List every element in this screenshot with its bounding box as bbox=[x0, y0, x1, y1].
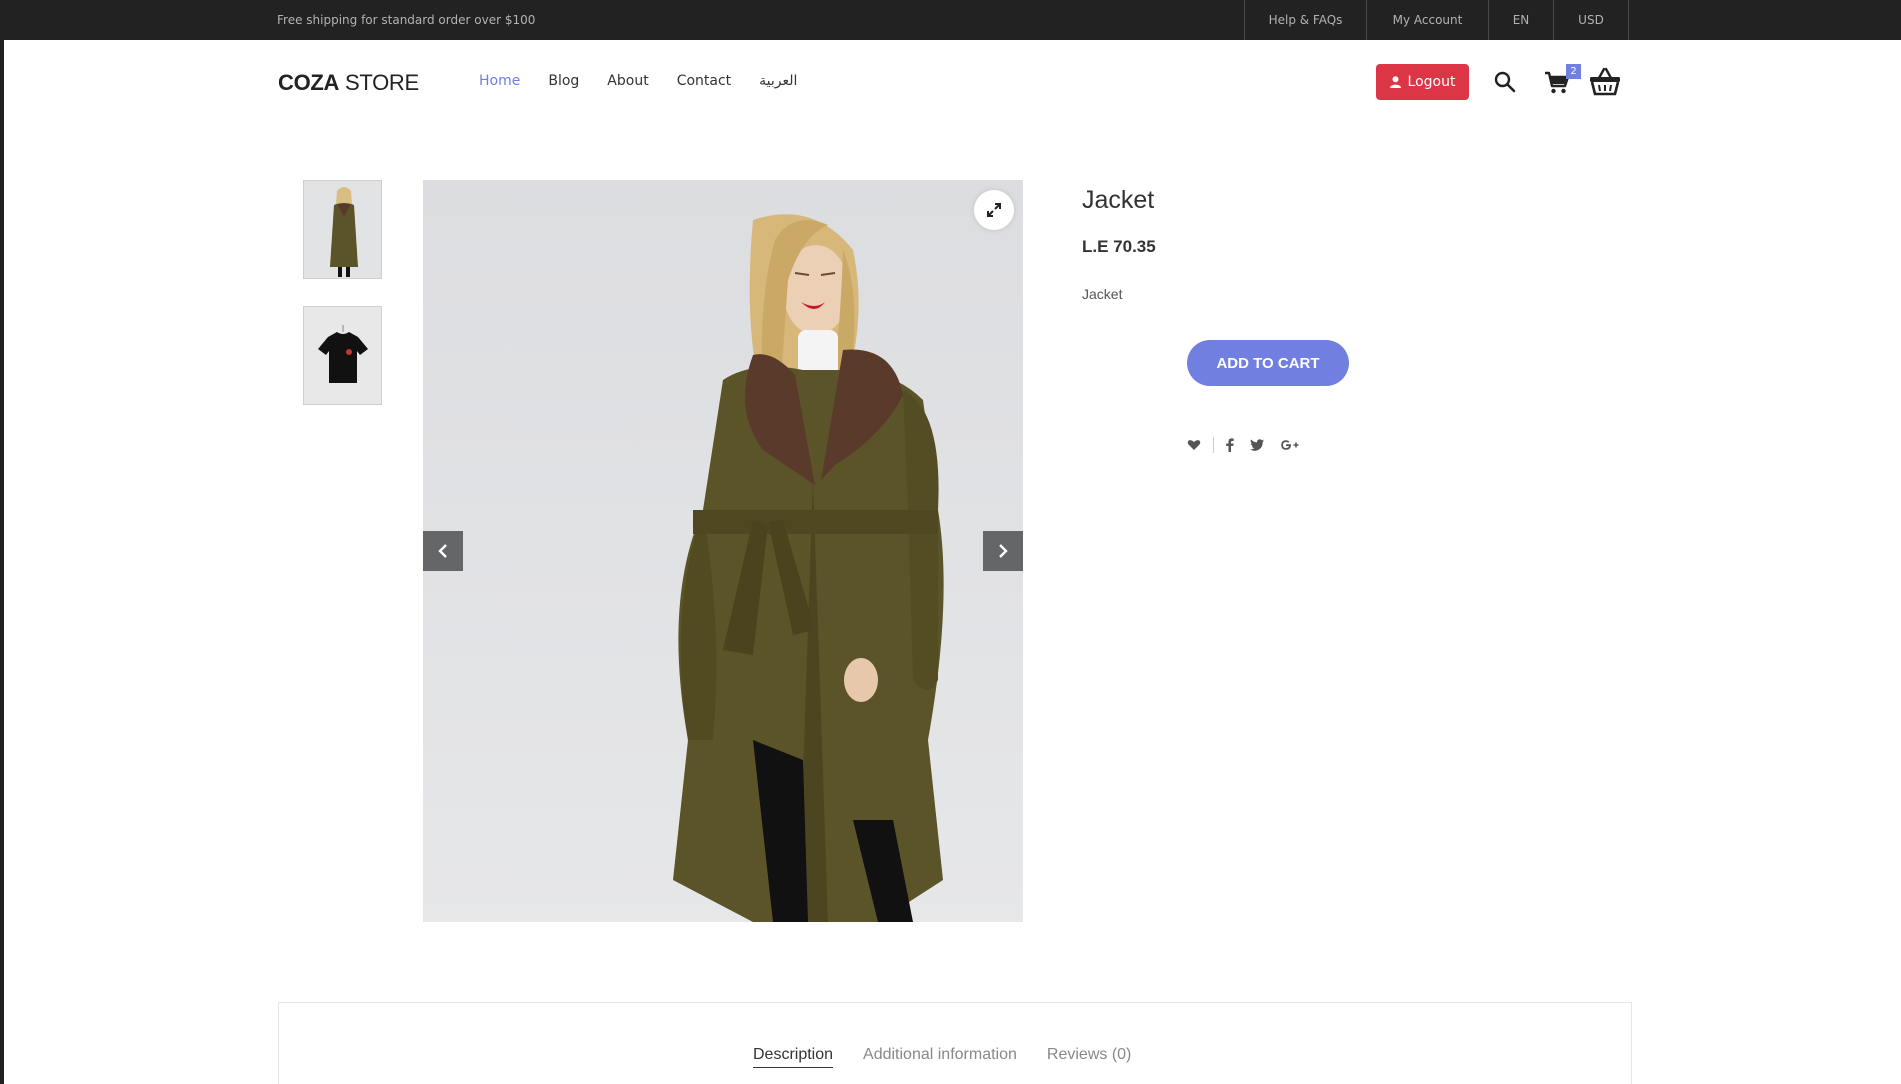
coat-model-image bbox=[423, 180, 1023, 922]
thumbnail-tshirt[interactable] bbox=[303, 306, 382, 405]
shipping-promo: Free shipping for standard order over $1… bbox=[277, 13, 536, 27]
logout-button[interactable]: Logout bbox=[1376, 64, 1469, 100]
product-tabs-panel: Description Additional information Revie… bbox=[278, 1002, 1632, 1084]
basket-icon[interactable] bbox=[1589, 66, 1621, 96]
search-icon[interactable] bbox=[1494, 71, 1516, 93]
facebook-icon bbox=[1226, 438, 1234, 452]
main-product-image bbox=[423, 180, 1023, 922]
facebook-share-button[interactable] bbox=[1226, 438, 1234, 452]
store-logo[interactable]: COZA STORE bbox=[278, 70, 419, 96]
product-tabs: Description Additional information Revie… bbox=[753, 1046, 1161, 1068]
language-en-link[interactable]: EN bbox=[1488, 0, 1553, 40]
cart-count-badge: 2 bbox=[1566, 64, 1581, 79]
my-account-link[interactable]: My Account bbox=[1366, 0, 1488, 40]
expand-icon bbox=[987, 203, 1001, 217]
nav-blog[interactable]: Blog bbox=[548, 73, 579, 89]
wishlist-button[interactable] bbox=[1187, 439, 1201, 451]
chevron-left-icon bbox=[438, 544, 447, 558]
google-plus-icon bbox=[1281, 440, 1299, 450]
nav-contact[interactable]: Contact bbox=[677, 73, 731, 89]
currency-usd-link[interactable]: USD bbox=[1553, 0, 1629, 40]
chevron-right-icon bbox=[999, 544, 1008, 558]
tshirt-thumbnail-image bbox=[304, 307, 381, 404]
thumbnail-coat[interactable] bbox=[303, 180, 382, 279]
product-price: L.E 70.35 bbox=[1082, 237, 1156, 256]
page: Free shipping for standard order over $1… bbox=[4, 0, 1901, 1084]
logo-light-text: STORE bbox=[339, 70, 419, 95]
main-nav: Home Blog About Contact العربية bbox=[479, 73, 825, 89]
user-icon bbox=[1389, 76, 1401, 88]
nav-home[interactable]: Home bbox=[479, 73, 520, 89]
main-header: COZA STORE Home Blog About Contact العرب… bbox=[4, 40, 1901, 124]
heart-icon bbox=[1187, 440, 1201, 450]
nav-arabic[interactable]: العربية bbox=[759, 73, 797, 89]
product-title: Jacket bbox=[1082, 186, 1155, 214]
tab-description[interactable]: Description bbox=[753, 1046, 834, 1068]
help-faqs-link[interactable]: Help & FAQs bbox=[1244, 0, 1366, 40]
coat-thumbnail-image bbox=[304, 181, 381, 278]
top-bar: Free shipping for standard order over $1… bbox=[4, 0, 1901, 40]
product-description: Jacket bbox=[1082, 286, 1123, 302]
add-to-cart-button[interactable]: ADD TO CART bbox=[1187, 340, 1349, 386]
nav-about[interactable]: About bbox=[607, 73, 648, 89]
share-row bbox=[1187, 434, 1300, 456]
twitter-icon bbox=[1250, 439, 1264, 451]
tab-reviews[interactable]: Reviews (0) bbox=[1047, 1046, 1131, 1068]
previous-image-button[interactable] bbox=[423, 531, 463, 571]
share-divider bbox=[1213, 437, 1214, 453]
tab-additional-information[interactable]: Additional information bbox=[863, 1046, 1017, 1068]
expand-image-button[interactable] bbox=[974, 190, 1014, 230]
next-image-button[interactable] bbox=[983, 531, 1023, 571]
google-plus-share-button[interactable] bbox=[1280, 438, 1300, 452]
top-bar-links: Help & FAQs My Account EN USD bbox=[1244, 0, 1629, 40]
logo-bold-text: COZA bbox=[278, 70, 340, 95]
logout-label: Logout bbox=[1407, 74, 1456, 90]
twitter-share-button[interactable] bbox=[1250, 439, 1264, 451]
